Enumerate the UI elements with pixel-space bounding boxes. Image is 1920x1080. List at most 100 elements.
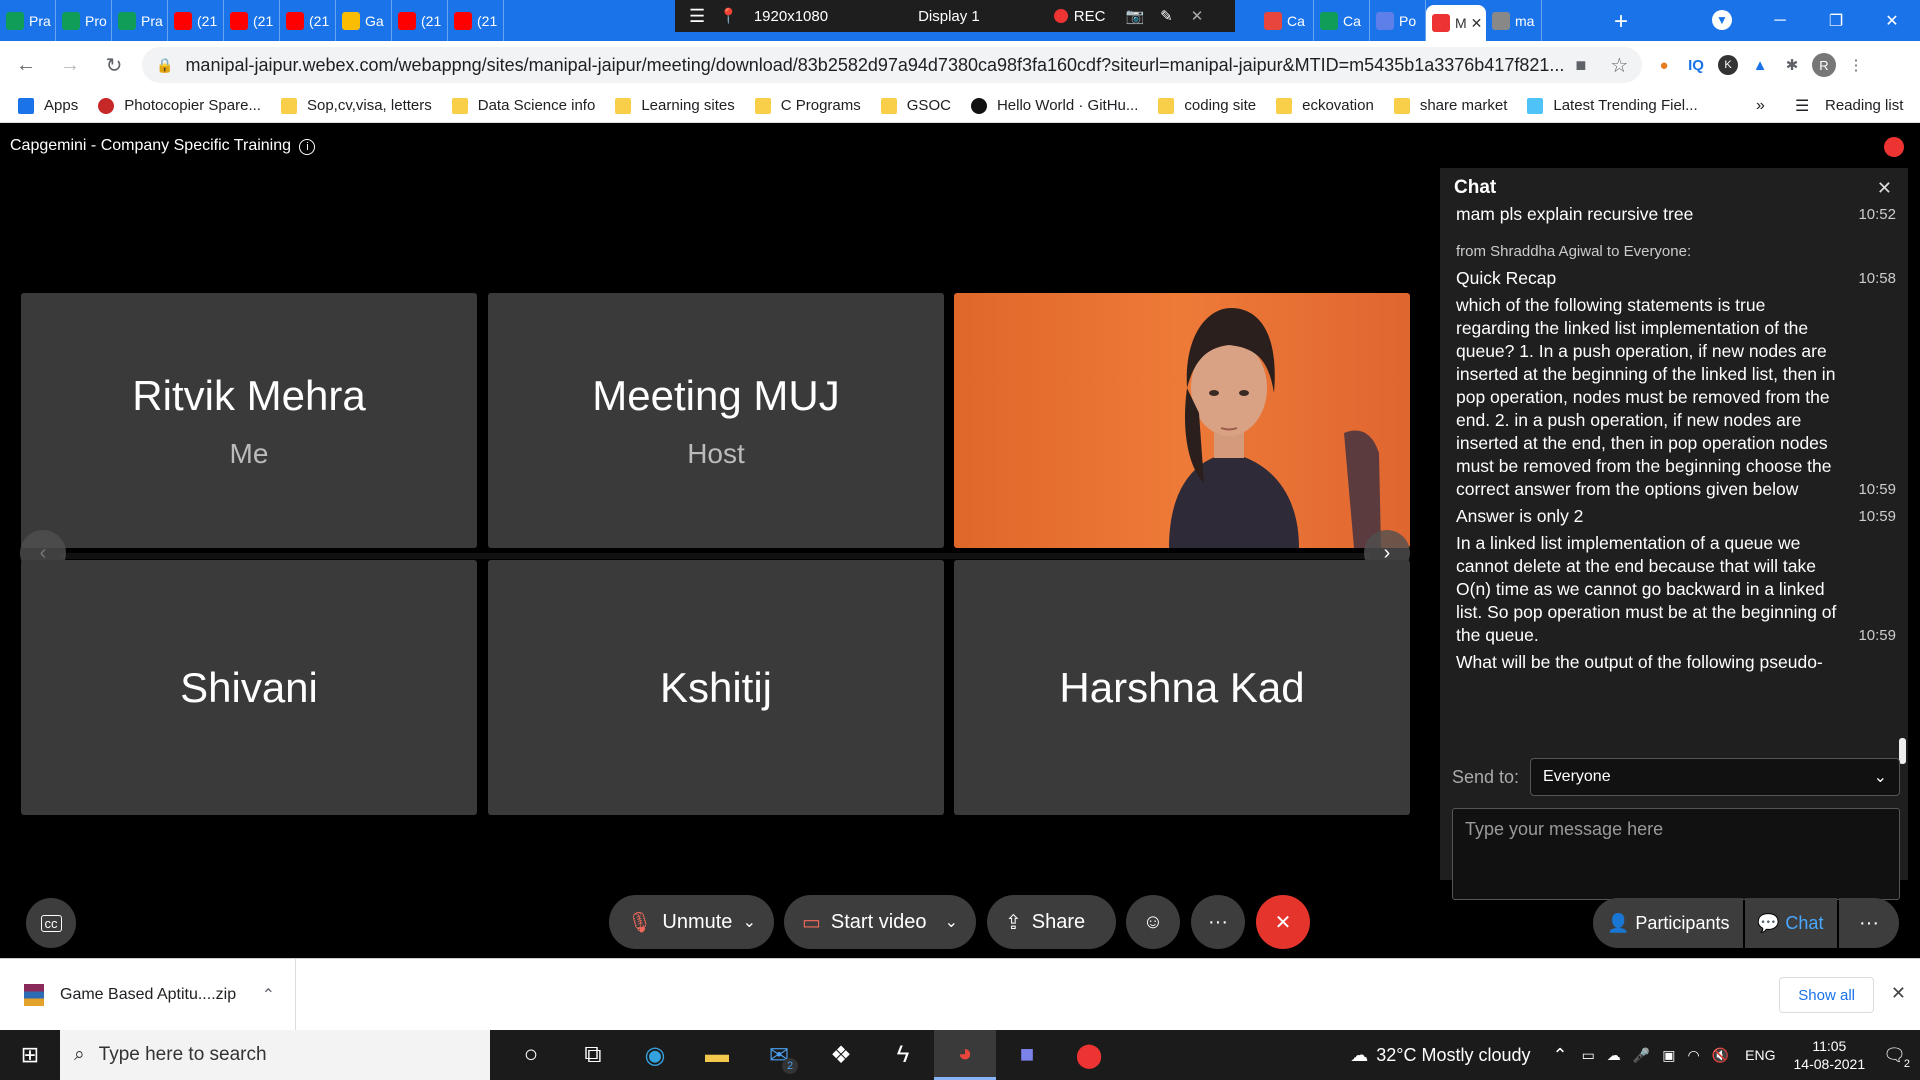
panel-more-button[interactable]: ··· <box>1839 898 1899 948</box>
forward-icon[interactable]: → <box>52 47 88 83</box>
bookmark-star-icon[interactable]: ☆ <box>1610 53 1628 78</box>
more-bookmarks-icon[interactable]: » <box>1756 97 1765 115</box>
wifi-icon[interactable]: ◠ <box>1688 1047 1700 1064</box>
profile-avatar[interactable]: R <box>1808 49 1840 81</box>
send-to-select[interactable]: Everyone ⌄ <box>1530 758 1900 796</box>
bookmark-item[interactable]: Sop,cv,visa, letters <box>280 97 432 114</box>
cortana-icon[interactable]: ○ <box>500 1030 562 1080</box>
more-options-button[interactable]: ··· <box>1191 895 1245 949</box>
mail-icon[interactable]: ✉ 2 <box>748 1030 810 1080</box>
chat-button[interactable]: 💬 Chat <box>1745 898 1837 948</box>
participant-tile[interactable]: Meeting MUJ Host <box>488 293 944 548</box>
clock[interactable]: 11:05 14-08-2021 <box>1794 1037 1866 1073</box>
mic-icon[interactable]: 🎤 <box>1633 1047 1650 1064</box>
browser-tab[interactable]: Ca <box>1258 0 1314 41</box>
bookmark-item[interactable]: Hello World · GitHu... <box>970 97 1138 114</box>
language-indicator[interactable]: ENG <box>1745 1047 1775 1063</box>
chat-message-input[interactable]: Type your message here <box>1452 808 1900 900</box>
reactions-button[interactable]: ☺ <box>1126 895 1180 949</box>
participant-tile[interactable]: Kshitij <box>488 560 944 815</box>
menu-icon[interactable]: ☰ <box>689 6 705 27</box>
extension-icon[interactable]: ● <box>1648 49 1680 81</box>
extension-icon[interactable]: ▲ <box>1744 49 1776 81</box>
browser-tab[interactable]: Ca <box>1314 0 1370 41</box>
browser-tab[interactable]: Pra <box>112 0 168 41</box>
reading-list-icon[interactable]: ☰ <box>1795 96 1809 116</box>
volume-muted-icon[interactable]: 🔇 <box>1712 1047 1729 1064</box>
restore-icon[interactable]: ❐ <box>1808 0 1864 41</box>
browser-tab[interactable]: ma <box>1486 0 1542 41</box>
shelf-close-icon[interactable]: ✕ <box>1891 983 1906 1004</box>
teams-icon[interactable]: ■ <box>996 1030 1058 1080</box>
omnibox[interactable]: 🔒 manipal-jaipur.webex.com/webappng/site… <box>142 47 1642 83</box>
bookmark-item[interactable]: Latest Trending Fiel... <box>1527 97 1698 114</box>
browser-tab[interactable]: (21 <box>392 0 448 41</box>
browser-tab[interactable]: Po <box>1370 0 1426 41</box>
bookmark-item[interactable]: eckovation <box>1276 97 1374 114</box>
bookmark-item[interactable]: share market <box>1393 97 1507 114</box>
windows-start-icon[interactable]: ⊞ <box>0 1030 60 1080</box>
bookmark-item[interactable]: Data Science info <box>451 97 595 114</box>
browser-tab[interactable]: Pro <box>56 0 112 41</box>
new-tab-icon[interactable]: + <box>1614 8 1628 36</box>
participant-video-tile[interactable] <box>954 293 1410 548</box>
show-all-button[interactable]: Show all <box>1779 977 1874 1013</box>
participant-tile[interactable]: Harshna Kad <box>954 560 1410 815</box>
unmute-button[interactable]: 🎙 Unmute ⌄ <box>609 895 774 949</box>
reload-icon[interactable]: ↻ <box>96 47 132 83</box>
minimize-icon[interactable]: ─ <box>1752 0 1808 41</box>
chevron-up-icon[interactable]: ⌃ <box>262 985 275 1005</box>
browser-tab[interactable]: (21 <box>168 0 224 41</box>
iq-extension-icon[interactable]: IQ <box>1680 49 1712 81</box>
recorder-app-icon[interactable]: ⬤ <box>1058 1030 1120 1080</box>
chrome-icon[interactable]: ◕ <box>934 1030 996 1080</box>
recording-indicator-icon[interactable] <box>1884 137 1904 157</box>
browser-tab[interactable]: Pra <box>0 0 56 41</box>
participants-button[interactable]: 👤 Participants <box>1593 898 1743 948</box>
notification-icon[interactable]: 🗨 2 <box>1883 1045 1910 1070</box>
camera-blocked-icon[interactable]: ■ <box>1575 55 1586 76</box>
kebab-menu-icon[interactable]: ⋮ <box>1840 49 1872 81</box>
chevron-down-icon[interactable]: ⌄ <box>945 912 958 932</box>
chat-scrollbar[interactable] <box>1899 738 1906 764</box>
taskbar-search[interactable]: ⌕ Type here to search <box>60 1030 490 1080</box>
share-button[interactable]: ⇪ Share <box>987 895 1116 949</box>
chat-messages[interactable]: mam pls explain recursive tree 10:52 from … <box>1456 203 1896 673</box>
k-extension-icon[interactable]: K <box>1712 49 1744 81</box>
recorder-rec-label[interactable]: REC <box>1074 8 1106 25</box>
url-text[interactable]: manipal-jaipur.webex.com/webappng/sites/… <box>185 55 1565 76</box>
tab-close-icon[interactable]: ✕ <box>1471 15 1483 32</box>
app-icon[interactable]: ϟ <box>872 1030 934 1080</box>
captions-button[interactable]: cc <box>26 898 76 948</box>
bookmark-item[interactable]: GSOC <box>880 97 951 114</box>
browser-tab[interactable]: (21 <box>448 0 504 41</box>
window-close-icon[interactable]: ✕ <box>1864 0 1920 41</box>
lock-icon[interactable]: 🔒 <box>156 57 173 74</box>
dropbox-icon[interactable]: ❖ <box>810 1030 872 1080</box>
info-icon[interactable]: i <box>299 139 316 155</box>
bookmark-item[interactable]: Photocopier Spare... <box>98 97 261 114</box>
browser-tab[interactable]: Ga <box>336 0 392 41</box>
start-video-button[interactable]: ▭ Start video ⌄ <box>784 895 976 949</box>
back-icon[interactable]: ← <box>8 47 44 83</box>
bookmark-item[interactable]: coding site <box>1158 97 1256 114</box>
bookmark-item[interactable]: Apps <box>18 97 78 114</box>
pen-icon[interactable]: ✎ <box>1160 7 1173 25</box>
recorder-display[interactable]: Display 1 <box>918 8 980 25</box>
weather-icon[interactable]: ☁ <box>1350 1045 1368 1066</box>
leave-meeting-button[interactable]: ✕ <box>1256 895 1310 949</box>
battery-icon[interactable]: ▭ <box>1582 1047 1595 1064</box>
file-explorer-icon[interactable]: ▬ <box>686 1030 748 1080</box>
chat-close-icon[interactable]: ✕ <box>1877 178 1892 199</box>
close-icon[interactable]: ✕ <box>1191 7 1204 25</box>
participant-tile[interactable]: Ritvik Mehra Me <box>21 293 477 548</box>
browser-tab[interactable]: M ✕ <box>1426 5 1486 41</box>
cloud-icon[interactable]: ☁ <box>1607 1047 1621 1064</box>
bookmark-item[interactable]: C Programs <box>754 97 861 114</box>
participant-tile[interactable]: Shivani <box>21 560 477 815</box>
edge-icon[interactable]: ◉ <box>624 1030 686 1080</box>
display-icon[interactable]: ▣ <box>1662 1047 1675 1064</box>
reading-list[interactable]: Reading list <box>1825 97 1903 114</box>
download-item[interactable]: Game Based Aptitu....zip ⌃ <box>0 958 296 1031</box>
tab-search-icon[interactable]: ▼ <box>1712 10 1732 30</box>
